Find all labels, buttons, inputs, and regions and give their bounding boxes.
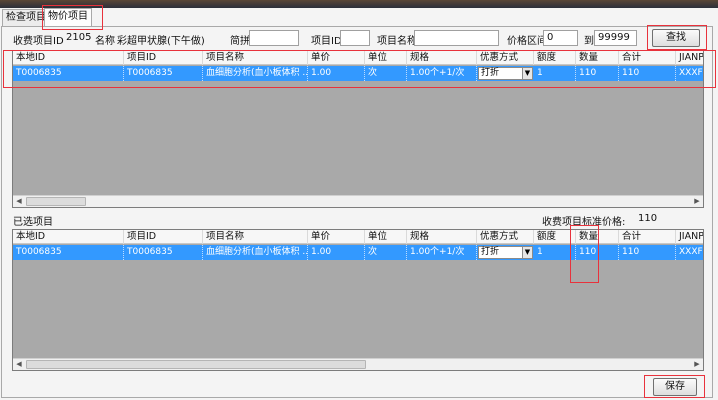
- cell-total: 110: [619, 245, 676, 260]
- column-header[interactable]: 单位: [365, 230, 407, 244]
- cell-spec: 1.00个+1/次: [407, 66, 477, 81]
- column-header[interactable]: 单价: [308, 51, 365, 65]
- cell-jianpin: XXXFX: [676, 66, 703, 81]
- price-to-label: 到: [584, 36, 594, 47]
- price-range-label: 价格区间: [507, 36, 547, 47]
- table-row[interactable]: T0006835 T0006835 血细胞分析(血小板体积 ... 1.00 次…: [13, 245, 703, 260]
- cell-quantity[interactable]: 110: [576, 245, 619, 260]
- cell-unit-price: 1.00: [308, 245, 365, 260]
- column-header[interactable]: 数量: [576, 51, 619, 65]
- column-header[interactable]: JIANPI: [676, 51, 703, 65]
- selected-items-grid[interactable]: 本地ID 项目ID 项目名称 单价 单位 规格 优惠方式 额度 数量 合计 JI…: [12, 229, 704, 371]
- column-header[interactable]: 合计: [619, 51, 676, 65]
- price-min-input[interactable]: 0: [543, 30, 578, 46]
- std-price-value: 110: [638, 213, 658, 224]
- selected-items-label: 已选项目: [13, 217, 53, 228]
- column-header[interactable]: 优惠方式: [477, 51, 534, 65]
- item-name-label: 项目名称: [377, 36, 417, 47]
- pinyin-label: 简拼: [230, 36, 250, 47]
- price-max-input[interactable]: 99999: [594, 30, 637, 46]
- cell-unit: 次: [365, 66, 407, 81]
- column-header[interactable]: 优惠方式: [477, 230, 534, 244]
- horizontal-scrollbar[interactable]: ◀ ▶: [13, 358, 703, 370]
- table-row[interactable]: T0006835 T0006835 血细胞分析(血小板体积 ... 1.00 次…: [13, 66, 703, 81]
- cell-local-id: T0006835: [13, 245, 124, 260]
- name-label: 名称: [95, 36, 115, 47]
- item-id-input[interactable]: [340, 30, 370, 46]
- column-header[interactable]: 额度: [534, 51, 576, 65]
- tab-inspection-items[interactable]: 检查项目: [2, 9, 50, 26]
- cell-item-id: T0006835: [124, 66, 203, 81]
- cell-jianpin: XXXFX: [676, 245, 703, 260]
- tab-price-items[interactable]: 物价项目: [44, 8, 92, 27]
- charge-item-id-label: 收费项目ID: [13, 36, 64, 47]
- search-button[interactable]: 查找: [652, 29, 700, 47]
- cell-item-id: T0006835: [124, 245, 203, 260]
- discount-mode-select[interactable]: 打折 ▼: [478, 67, 533, 80]
- cell-quota: 1: [534, 245, 576, 260]
- column-header[interactable]: 项目ID: [124, 230, 203, 244]
- cell-local-id: T0006835: [13, 66, 124, 81]
- column-header[interactable]: 项目名称: [203, 230, 308, 244]
- column-header[interactable]: 项目名称: [203, 51, 308, 65]
- scroll-left-icon[interactable]: ◀: [13, 359, 25, 370]
- column-header[interactable]: 数量: [576, 230, 619, 244]
- column-header[interactable]: 合计: [619, 230, 676, 244]
- column-header[interactable]: 额度: [534, 230, 576, 244]
- chevron-down-icon[interactable]: ▼: [522, 247, 532, 258]
- cell-total: 110: [619, 66, 676, 81]
- discount-mode-select[interactable]: 打折 ▼: [478, 246, 533, 259]
- scroll-right-icon[interactable]: ▶: [691, 196, 703, 207]
- cell-unit-price: 1.00: [308, 66, 365, 81]
- grid-header: 本地ID 项目ID 项目名称 单价 单位 规格 优惠方式 额度 数量 合计 JI…: [13, 51, 703, 65]
- item-name-input[interactable]: [414, 30, 499, 46]
- discount-mode-value: 打折: [481, 68, 500, 78]
- discount-mode-value: 打折: [481, 247, 500, 257]
- scroll-thumb[interactable]: [26, 360, 366, 369]
- cell-item-name: 血细胞分析(血小板体积 ...: [203, 66, 308, 81]
- column-header[interactable]: 项目ID: [124, 51, 203, 65]
- column-header[interactable]: 规格: [407, 230, 477, 244]
- save-button[interactable]: 保存: [653, 378, 697, 396]
- column-header[interactable]: 规格: [407, 51, 477, 65]
- std-price-label: 收费项目标准价格:: [542, 217, 626, 228]
- column-header[interactable]: 本地ID: [13, 230, 124, 244]
- scroll-left-icon[interactable]: ◀: [13, 196, 25, 207]
- scroll-thumb[interactable]: [26, 197, 86, 206]
- column-header[interactable]: 单价: [308, 230, 365, 244]
- grid-header: 本地ID 项目ID 项目名称 单价 单位 规格 优惠方式 额度 数量 合计 JI…: [13, 230, 703, 244]
- item-id-label: 项目ID: [311, 36, 342, 47]
- search-results-grid[interactable]: 本地ID 项目ID 项目名称 单价 单位 规格 优惠方式 额度 数量 合计 JI…: [12, 50, 704, 208]
- pinyin-input[interactable]: [249, 30, 299, 46]
- chevron-down-icon[interactable]: ▼: [522, 68, 532, 79]
- column-header[interactable]: 本地ID: [13, 51, 124, 65]
- cell-item-name: 血细胞分析(血小板体积 ...: [203, 245, 308, 260]
- scroll-right-icon[interactable]: ▶: [691, 359, 703, 370]
- horizontal-scrollbar[interactable]: ◀ ▶: [13, 195, 703, 207]
- cell-quota: 1: [534, 66, 576, 81]
- column-header[interactable]: 单位: [365, 51, 407, 65]
- cell-quantity: 110: [576, 66, 619, 81]
- column-header[interactable]: JIANPI: [676, 230, 703, 244]
- cell-spec: 1.00个+1/次: [407, 245, 477, 260]
- window-top-strip: [0, 0, 718, 8]
- name-value: 彩超甲状腺(下午做): [117, 36, 205, 47]
- cell-unit: 次: [365, 245, 407, 260]
- charge-item-id-value: 2105: [66, 32, 92, 43]
